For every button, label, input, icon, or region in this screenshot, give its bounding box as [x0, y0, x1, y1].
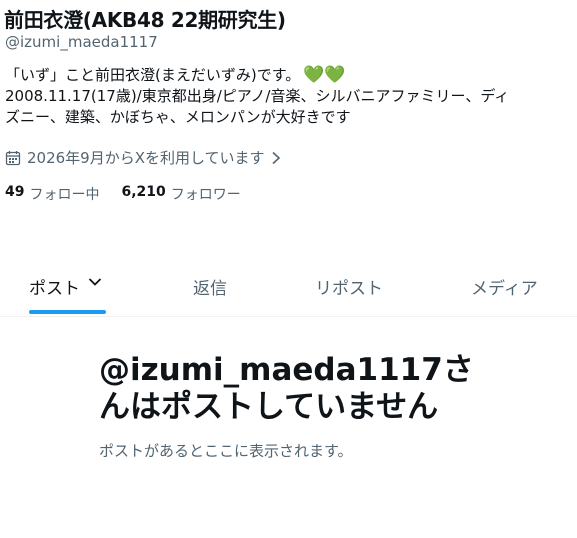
- following-link[interactable]: 49 フォロー中: [5, 184, 99, 204]
- chevron-right-icon: [272, 151, 280, 164]
- joined-text: 2026年9月からXを利用しています: [27, 149, 265, 167]
- followers-label: フォロワー: [170, 187, 241, 203]
- active-tab-indicator: [29, 310, 106, 314]
- bio-line-1: 「いず」こと前田衣澄(まえだいずみ)です。 💚💚: [5, 65, 570, 86]
- bio-line-2: 2008.11.17(17歳)/東京都出身/ピアノ/音楽、シルバニアファミリー、…: [5, 87, 510, 105]
- tab-reposts-label: リポスト: [315, 279, 383, 299]
- empty-state: @izumi_maeda1117さんはポストしていません ポストがあるとここに表…: [99, 352, 479, 461]
- tab-reposts[interactable]: リポスト: [315, 262, 383, 316]
- following-label: フォロー中: [29, 187, 100, 203]
- tab-media[interactable]: メディア: [471, 262, 538, 316]
- tab-posts-label: ポスト: [29, 279, 80, 299]
- user-handle: @izumi_maeda1117: [5, 33, 158, 51]
- calendar-icon: [5, 150, 21, 165]
- followers-link[interactable]: 6,210 フォロワー: [121, 184, 240, 204]
- profile-tabs: ポスト 返信 リポスト メディア: [0, 262, 577, 317]
- tab-media-label: メディア: [471, 279, 538, 299]
- empty-state-subtitle: ポストがあるとここに表示されます。: [99, 442, 353, 460]
- empty-state-title: @izumi_maeda1117さんはポストしていません: [99, 352, 474, 425]
- follow-counts: 49 フォロー中 6,210 フォロワー: [5, 184, 263, 204]
- followers-count: 6,210: [121, 184, 166, 200]
- bio-line-1-text: 「いず」こと前田衣澄(まえだいずみ)です。: [5, 66, 301, 84]
- display-name: 前田衣澄(AKB48 22期研究生): [4, 8, 286, 32]
- green-heart-icon: 💚💚: [303, 65, 346, 85]
- bio-line-3: ズニー、建築、かぼちゃ、メロンパンが大好きです: [5, 108, 351, 126]
- profile-bio: 「いず」こと前田衣澄(まえだいずみ)です。 💚💚 2008.11.17(17歳)/…: [5, 65, 570, 128]
- joined-date[interactable]: 2026年9月からXを利用しています: [5, 147, 287, 168]
- tab-replies[interactable]: 返信: [193, 262, 227, 316]
- chevron-down-icon: [88, 278, 102, 286]
- tab-posts[interactable]: ポスト: [29, 262, 102, 316]
- tab-replies-label: 返信: [193, 279, 227, 299]
- following-count: 49: [5, 184, 25, 200]
